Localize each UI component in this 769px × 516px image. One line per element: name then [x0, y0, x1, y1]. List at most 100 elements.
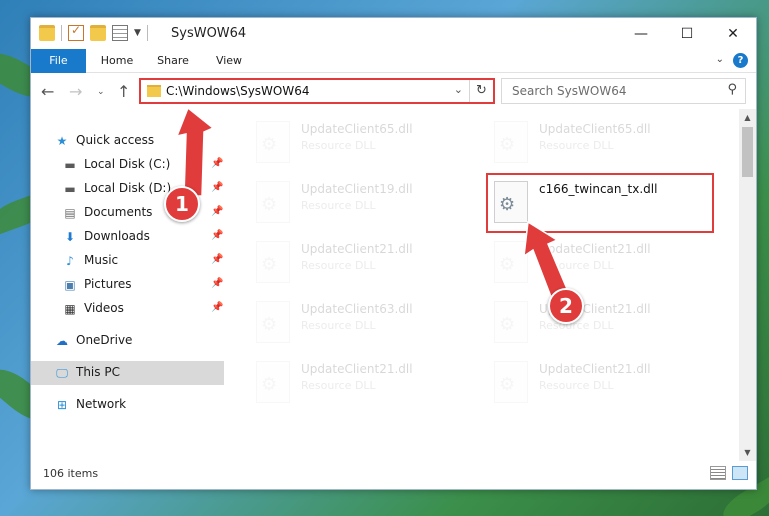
sidebar-item-network[interactable]: ⊞ Network [31, 393, 224, 417]
computer-icon: 🖵 [56, 365, 68, 380]
minimize-button[interactable]: — [618, 18, 664, 49]
pin-icon[interactable]: 📌 [211, 230, 223, 241]
sidebar-item-pictures[interactable]: ▣ Pictures 📌 [31, 273, 224, 297]
sidebar-item-label: OneDrive [76, 333, 133, 347]
file-type: Resource DLL [301, 199, 376, 212]
search-input[interactable]: Search SysWOW64 [512, 84, 626, 98]
tab-share[interactable]: Share [151, 49, 195, 73]
search-icon[interactable]: ⚲ [727, 82, 737, 97]
properties-icon[interactable] [112, 25, 128, 41]
sidebar-item-label: Pictures [84, 277, 132, 291]
file-list: UpdateClient65.dllResource DLLUpdateClie… [224, 109, 742, 461]
status-bar: 106 items [31, 459, 756, 489]
sidebar-item-label: Quick access [76, 133, 155, 147]
file-type: Resource DLL [539, 259, 614, 272]
quick-access-toolbar: ▼ [39, 23, 148, 41]
file-name: UpdateClient21.dll [539, 242, 651, 256]
file-item[interactable]: UpdateClient19.dll Resource DLL [252, 175, 482, 231]
dll-file-icon [256, 301, 290, 343]
videos-icon: ▦ [64, 302, 76, 316]
sidebar-item-label: Videos [84, 301, 124, 315]
dll-file-icon [494, 121, 528, 163]
search-box[interactable]: Search SysWOW64 ⚲ [501, 78, 746, 104]
sidebar-item-this-pc[interactable]: 🖵 This PC [31, 361, 224, 385]
file-item[interactable]: UpdateClient21.dll Resource DLL [490, 235, 720, 291]
tab-view[interactable]: View [207, 49, 251, 73]
sidebar-item-local-disk-c[interactable]: ▬ Local Disk (C:) 📌 [31, 153, 224, 177]
file-item[interactable]: UpdateClient21.dll Resource DLL [252, 235, 482, 291]
address-bar[interactable]: C:\Windows\SysWOW64 ⌄ ↻ [139, 78, 495, 104]
sidebar-item-label: Network [76, 397, 127, 411]
pin-icon[interactable]: 📌 [211, 278, 223, 289]
file-type: Resource DLL [301, 319, 376, 332]
sidebar-item-quick-access[interactable]: ★ Quick access [31, 129, 224, 153]
file-type: Resource DLL [301, 259, 376, 272]
file-item[interactable]: UpdateClient21.dllResource DLL [252, 355, 482, 411]
file-type: Resource DLL [301, 139, 376, 152]
forward-button[interactable]: → [69, 82, 82, 101]
properties-check-icon[interactable] [68, 23, 84, 41]
details-view-icon[interactable] [710, 466, 726, 480]
address-dropdown-chevron-icon[interactable]: ⌄ [454, 83, 463, 96]
refresh-button[interactable]: ↻ [469, 80, 493, 102]
sidebar-item-onedrive[interactable]: ☁ OneDrive [31, 329, 224, 353]
drive-icon: ▬ [64, 158, 76, 172]
file-item[interactable]: UpdateClient21.dllResource DLL [490, 355, 720, 411]
file-name: UpdateClient63.dll [301, 302, 413, 316]
help-icon[interactable]: ? [733, 53, 748, 68]
dll-file-icon [494, 301, 528, 343]
music-icon: ♪ [66, 254, 74, 268]
scroll-down-icon[interactable]: ▼ [739, 448, 756, 457]
tab-file[interactable]: File [31, 49, 86, 73]
dll-file-icon [256, 121, 290, 163]
address-path[interactable]: C:\Windows\SysWOW64 [166, 84, 310, 98]
file-item[interactable]: UpdateClient63.dll Resource DLL [252, 295, 482, 351]
explorer-window: ▼ SysWOW64 — ☐ ✕ File Home Share View ⌄ … [30, 17, 757, 490]
up-button[interactable]: ↑ [117, 82, 130, 101]
drive-icon: ▬ [64, 182, 76, 196]
pin-icon[interactable]: 📌 [211, 302, 223, 313]
file-name: UpdateClient19.dll [301, 182, 413, 196]
large-icons-view-icon[interactable] [732, 466, 748, 480]
new-folder-icon[interactable] [90, 25, 106, 41]
recent-locations-chevron-icon[interactable]: ⌄ [97, 87, 105, 97]
close-button[interactable]: ✕ [710, 18, 756, 49]
back-button[interactable]: ← [41, 82, 54, 101]
scrollbar-thumb[interactable] [742, 127, 753, 177]
file-name: UpdateClient21.dll [301, 242, 413, 256]
navigation-pane: ★ Quick access ▬ Local Disk (C:) 📌 ▬ Local Dis… [31, 109, 224, 461]
documents-icon: ▤ [64, 206, 76, 220]
sidebar-item-videos[interactable]: ▦ Videos 📌 [31, 297, 224, 321]
sidebar-item-music[interactable]: ♪ Music 📌 [31, 249, 224, 273]
sidebar-item-downloads[interactable]: ⬇ Downloads 📌 [31, 225, 224, 249]
step-1-badge: 1 [164, 186, 200, 222]
step-2-badge: 2 [548, 288, 584, 324]
scroll-up-icon[interactable]: ▲ [739, 113, 756, 122]
file-type: Resource DLL [539, 139, 614, 152]
tab-home[interactable]: Home [95, 49, 139, 73]
download-icon: ⬇ [64, 230, 76, 244]
pin-icon[interactable]: 📌 [211, 254, 223, 265]
window-controls: — ☐ ✕ [618, 18, 756, 49]
file-item[interactable]: UpdateClient65.dll Resource DLL [252, 115, 482, 171]
pin-icon[interactable]: 📌 [211, 182, 223, 193]
sidebar-item-label: Documents [84, 205, 153, 219]
customize-toolbar-chevron-icon[interactable]: ▼ [134, 28, 141, 38]
pin-icon[interactable]: 📌 [211, 158, 223, 169]
file-item[interactable]: UpdateClient21.dllResource DLL [490, 295, 720, 351]
maximize-button[interactable]: ☐ [664, 18, 710, 49]
separator [146, 25, 148, 41]
sidebar-item-label: Local Disk (D:) [84, 181, 172, 195]
item-count: 106 items [43, 467, 99, 480]
folder-icon[interactable] [39, 25, 55, 41]
sidebar-item-label: Downloads [84, 229, 150, 243]
file-name: UpdateClient65.dll [301, 122, 413, 136]
pin-icon[interactable]: 📌 [211, 206, 223, 217]
network-icon: ⊞ [56, 398, 68, 412]
navigation-bar: ← → ⌄ ↑ C:\Windows\SysWOW64 ⌄ ↻ Search S… [31, 73, 756, 109]
file-item[interactable]: UpdateClient65.dll Resource DLL [490, 115, 720, 171]
vertical-scrollbar[interactable]: ▲ ▼ [739, 109, 756, 461]
star-icon: ★ [56, 134, 68, 148]
expand-ribbon-chevron-icon[interactable]: ⌄ [716, 54, 724, 65]
dll-file-icon [256, 241, 290, 283]
